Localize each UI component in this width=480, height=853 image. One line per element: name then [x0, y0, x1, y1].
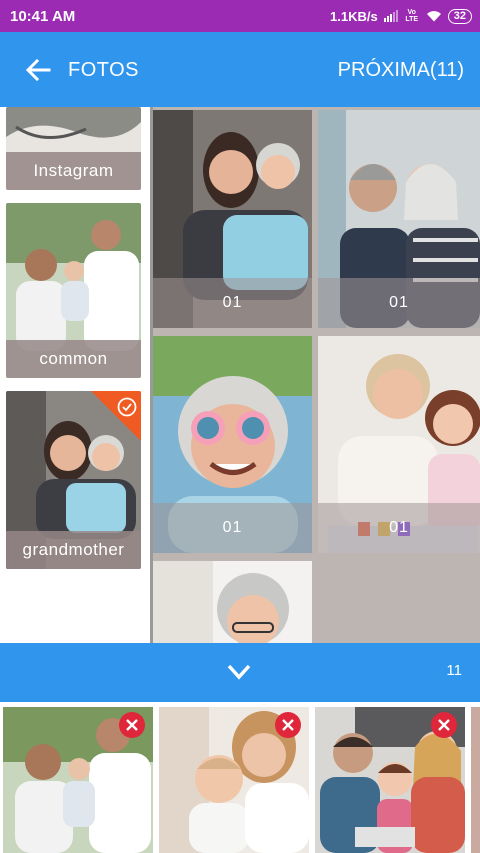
close-icon — [126, 719, 138, 731]
selected-photo[interactable] — [3, 707, 153, 853]
photo-item[interactable]: 01 — [318, 336, 480, 553]
remove-button[interactable] — [119, 712, 145, 738]
close-icon — [282, 719, 294, 731]
photo-count: 01 — [318, 503, 480, 553]
photo-thumbnail — [153, 561, 312, 643]
selected-photo[interactable] — [315, 707, 465, 853]
album-label: common — [6, 340, 141, 378]
photo-count: 01 — [153, 278, 312, 328]
app-bar: FOTOS PRÓXIMA(11) — [0, 32, 480, 107]
status-bar: 10:41 AM 1.1KB/s Vo LTE 32 — [0, 0, 480, 32]
photo-count: 01 — [153, 503, 312, 553]
wifi-icon — [426, 11, 441, 22]
photo-item[interactable]: 01 — [153, 336, 312, 553]
album-instagram[interactable]: Instagram — [6, 107, 141, 190]
back-arrow-icon[interactable] — [24, 56, 52, 84]
volte-indicator: Vo LTE — [405, 9, 419, 23]
photo-thumbnail — [471, 707, 480, 853]
check-circle-icon — [117, 397, 137, 417]
photo-count: 01 — [318, 278, 480, 328]
page-title: FOTOS — [68, 59, 140, 81]
battery-icon: 32 — [447, 8, 472, 24]
selected-photos-strip — [0, 702, 480, 853]
network-speed: 1.1KB/s — [330, 8, 378, 24]
selected-count: 11 — [446, 662, 462, 679]
album-label: Instagram — [6, 152, 141, 190]
status-icons: 1.1KB/s Vo LTE 32 — [330, 6, 472, 26]
photo-item[interactable]: 01 — [153, 110, 312, 328]
album-list: Instagram common grandmother — [0, 107, 150, 643]
album-label: grandmother — [6, 531, 141, 569]
remove-button[interactable] — [275, 712, 301, 738]
photo-item[interactable]: 01 — [318, 110, 480, 328]
selection-bar: 11 — [0, 643, 480, 702]
photo-item[interactable] — [153, 561, 312, 643]
status-time: 10:41 AM — [10, 8, 76, 25]
album-common[interactable]: common — [6, 203, 141, 378]
album-grandmother[interactable]: grandmother — [6, 391, 141, 569]
close-icon — [438, 719, 450, 731]
next-button[interactable]: PRÓXIMA(11) — [338, 59, 464, 82]
selected-photo[interactable] — [159, 707, 309, 853]
signal-icon — [383, 10, 398, 22]
remove-button[interactable] — [431, 712, 457, 738]
chevron-down-icon[interactable] — [226, 661, 252, 683]
selected-photo[interactable] — [471, 707, 480, 853]
photo-grid: 01 01 01 01 — [153, 107, 480, 643]
